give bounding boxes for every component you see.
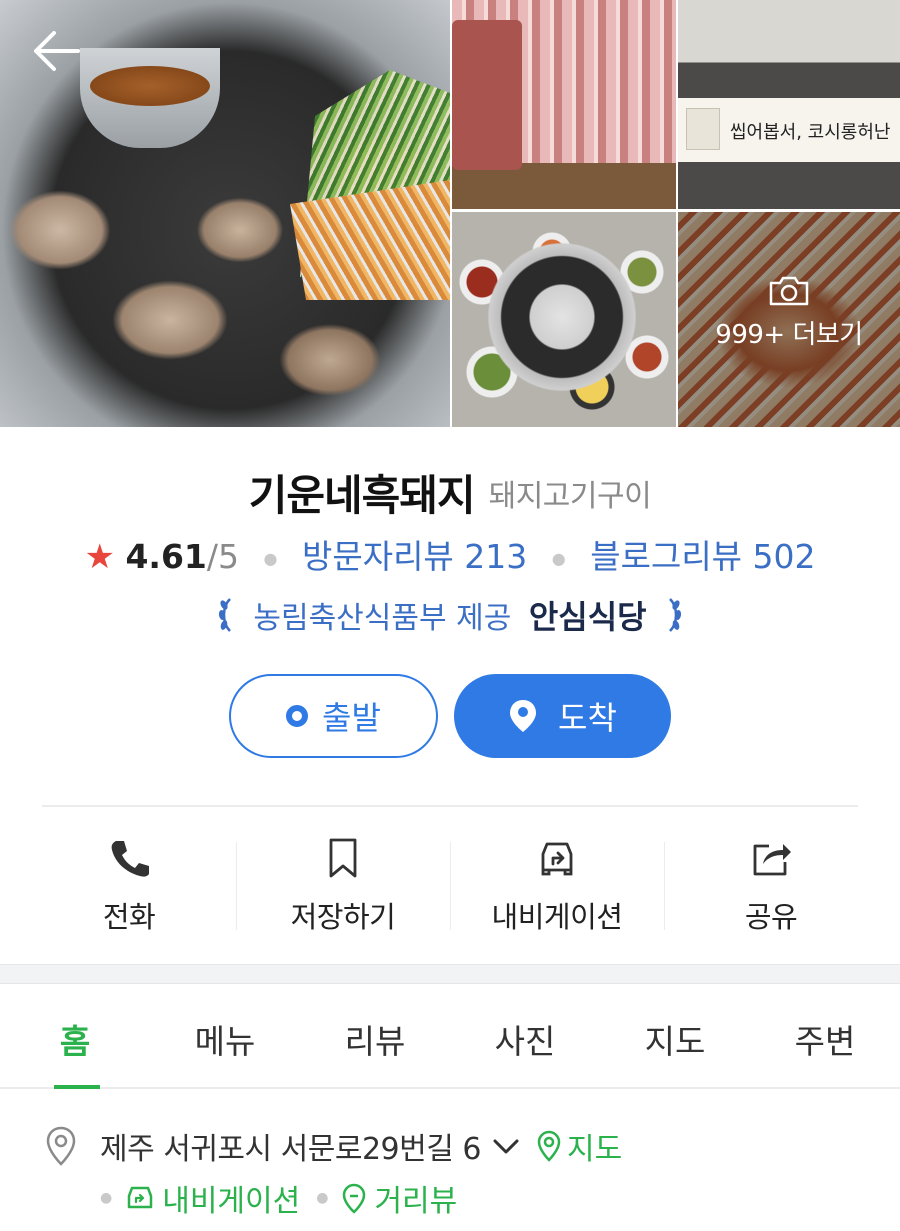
sign-logo-icon: [686, 108, 720, 150]
place-title-row: 기운네흑돼지 돼지고기구이: [0, 462, 900, 523]
rating-row: ★ 4.61/5 ● 방문자리뷰 213 ● 블로그리뷰 502: [0, 530, 900, 578]
arrive-label: 도착: [558, 699, 617, 737]
car-icon: [127, 1186, 153, 1209]
laurel-right-icon: [669, 598, 682, 632]
save-label: 저장하기: [290, 900, 396, 934]
more-photos-button[interactable]: 999+ 더보기: [678, 274, 900, 351]
map-pin-green-icon: [537, 1130, 561, 1162]
address-text: 제주 서귀포시 서문로29번길 6: [100, 1132, 481, 1167]
arrive-button[interactable]: 도착: [454, 674, 671, 758]
sauce-pot-image: [80, 48, 220, 148]
rating-value: 4.61: [125, 537, 207, 576]
tab-home[interactable]: 홈: [0, 985, 150, 1089]
location-pin-icon: [46, 1126, 76, 1166]
rating-max: /5: [206, 537, 240, 576]
photo-restaurant-sign[interactable]: 씹어봅서, 코시롱허난: [678, 0, 900, 209]
laurel-left-icon: [218, 598, 231, 632]
photo-gallery: 씹어봅서, 코시롱허난 999+ 더보기: [0, 0, 900, 427]
sign-board: 씹어봅서, 코시롱허난: [678, 98, 900, 162]
divider: [42, 805, 858, 807]
address-links-row: ● 내비게이션 ● 거리뷰: [100, 1176, 457, 1220]
certification-provider: 농림축산식품부 제공: [253, 601, 512, 636]
share-button[interactable]: 공유: [664, 818, 878, 948]
back-arrow-icon[interactable]: [28, 28, 84, 74]
separator-dot: ●: [551, 549, 566, 568]
photo-table-setting[interactable]: [452, 212, 676, 427]
car-navigation-icon: [541, 842, 573, 876]
origin-dot-icon: [286, 705, 309, 727]
depart-button[interactable]: 출발: [229, 674, 438, 758]
visitor-review-link[interactable]: 방문자리뷰 213: [302, 537, 527, 576]
map-link[interactable]: 지도: [567, 1124, 622, 1168]
depart-label: 출발: [322, 699, 381, 737]
share-icon: [753, 844, 791, 876]
save-button[interactable]: 저장하기: [236, 818, 450, 948]
star-icon: ★: [84, 537, 115, 577]
share-label: 공유: [744, 900, 798, 934]
bookmark-icon: [329, 838, 357, 878]
phone-icon: [111, 841, 149, 877]
tab-menu[interactable]: 메뉴: [150, 985, 300, 1087]
chevron-down-icon[interactable]: [489, 1134, 523, 1158]
call-button[interactable]: 전화: [22, 818, 236, 948]
photo-kimchi[interactable]: 999+ 더보기: [678, 212, 900, 427]
street-view-pin-icon: [343, 1183, 366, 1214]
tab-bar: 홈 메뉴 리뷰 사진 지도 주변: [0, 985, 900, 1089]
separator-dot: ●: [316, 1190, 329, 1206]
tab-photo[interactable]: 사진: [450, 985, 600, 1087]
map-pin-icon: [510, 700, 537, 732]
place-name: 기운네흑돼지: [248, 471, 476, 520]
more-photos-label: 999+ 더보기: [715, 320, 863, 350]
tab-map[interactable]: 지도: [600, 985, 750, 1087]
action-bar: 전화 저장하기 내비게이션 공유: [22, 818, 878, 948]
sign-text: 씹어봅서, 코시롱허난: [730, 122, 891, 143]
navigation-link[interactable]: 내비게이션: [162, 1176, 300, 1220]
call-label: 전화: [102, 900, 156, 934]
tab-nearby[interactable]: 주변: [750, 985, 900, 1087]
safe-restaurant-certification[interactable]: 농림축산식품부 제공 안심식당: [0, 592, 900, 638]
blog-review-link[interactable]: 블로그리뷰 502: [590, 537, 815, 576]
place-category: 돼지고기구이: [488, 478, 652, 514]
certification-badge: 안심식당: [528, 598, 647, 636]
navigation-label: 내비게이션: [491, 900, 623, 934]
photo-raw-pork[interactable]: [452, 0, 676, 209]
separator-dot: ●: [100, 1190, 113, 1206]
section-separator: [0, 964, 900, 984]
navigation-button[interactable]: 내비게이션: [450, 818, 664, 948]
street-view-link[interactable]: 거리뷰: [374, 1176, 457, 1220]
camera-icon: [769, 276, 809, 306]
separator-dot: ●: [263, 549, 278, 568]
address-row: 제주 서귀포시 서문로29번길 6 지도: [44, 1124, 884, 1168]
tab-review[interactable]: 리뷰: [300, 985, 450, 1087]
